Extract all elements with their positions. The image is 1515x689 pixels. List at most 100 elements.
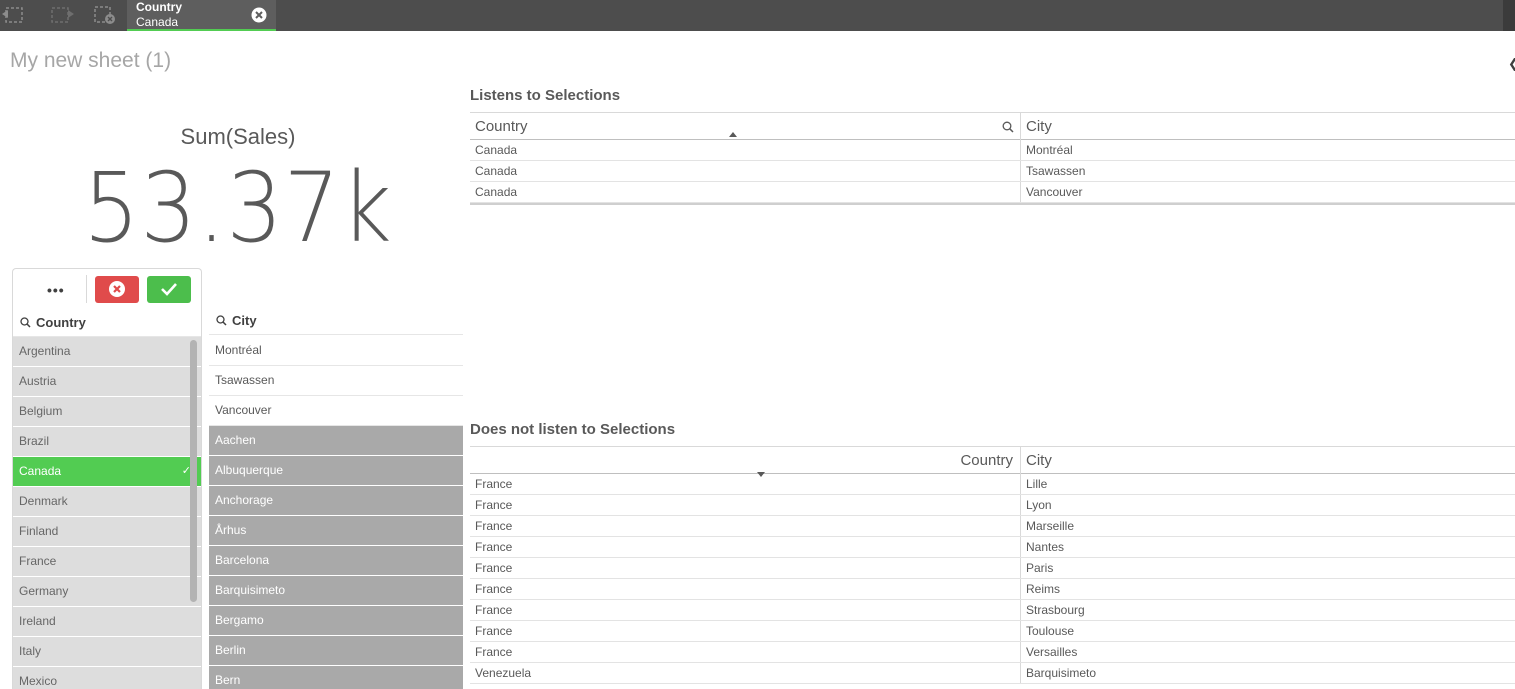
cell-country: France [470, 516, 1021, 536]
table-row[interactable]: France Lyon [470, 495, 1515, 516]
kpi-value: 53.37k [83, 152, 393, 264]
sort-ascending-icon [729, 132, 737, 137]
cancel-selection-button[interactable] [95, 276, 139, 303]
cell-country: Canada [470, 182, 1021, 202]
list-item-label: Barquisimeto [215, 583, 286, 597]
table-row[interactable]: France Versailles [470, 642, 1515, 663]
country-list: Argentina Austria Belgium Brazil Canada ✓ Denm… [13, 337, 201, 689]
list-item-label: Argentina [19, 344, 71, 358]
list-item[interactable]: Tsawassen [209, 366, 463, 396]
cell-city: Lille [1026, 477, 1048, 491]
table-listens-header: Country City [470, 112, 1515, 140]
list-item[interactable]: Aachen [209, 426, 463, 456]
table-row[interactable]: Canada Montréal [470, 140, 1515, 161]
column-header-country[interactable]: Country [470, 447, 1021, 474]
cell-city: Strasbourg [1026, 603, 1085, 617]
list-item-label: Brazil [19, 434, 50, 448]
list-item[interactable]: Anchorage [209, 486, 463, 516]
list-item[interactable]: Barquisimeto [209, 576, 463, 606]
list-item[interactable]: Bern [209, 666, 463, 689]
table-row[interactable]: France Nantes [470, 537, 1515, 558]
cell-country: France [470, 621, 1021, 641]
cell-city: Barquisimeto [1026, 666, 1097, 680]
search-icon[interactable] [1002, 121, 1014, 133]
list-item[interactable]: Argentina [13, 337, 201, 367]
cell-country: France [470, 600, 1021, 620]
clear-all-selections-icon[interactable] [91, 4, 119, 26]
list-item-label: Berlin [215, 643, 246, 657]
cell-city: Paris [1026, 561, 1054, 575]
table-static-title: Does not listen to Selections [470, 421, 676, 438]
cell-country: Venezuela [470, 663, 1021, 683]
cancel-icon [109, 281, 125, 297]
country-pane-header[interactable]: Country [13, 310, 201, 337]
cell-country: France [470, 642, 1021, 662]
table-row[interactable]: Canada Tsawassen [470, 161, 1515, 182]
list-item[interactable]: Denmark [13, 487, 201, 517]
checkmark-icon [161, 283, 177, 296]
city-list: Montréal Tsawassen Vancouver Aachen Albuquer… [209, 336, 463, 689]
list-item[interactable]: Brazil [13, 427, 201, 457]
selection-toolbar: ••• [13, 269, 201, 310]
selection-value-label: Canada [136, 15, 179, 29]
toolbar-edge [1503, 0, 1515, 31]
step-forward-icon[interactable] [48, 4, 76, 26]
cell-country: France [470, 474, 1021, 494]
table-row[interactable]: France Reims [470, 579, 1515, 600]
table-row[interactable]: France Strasbourg [470, 600, 1515, 621]
list-item[interactable]: France [13, 547, 201, 577]
table-row[interactable]: France Marseille [470, 516, 1515, 537]
list-item-label: Denmark [19, 494, 68, 508]
list-item-label: Finland [19, 524, 59, 538]
table-row[interactable]: Canada Vancouver [470, 182, 1515, 203]
list-item[interactable]: Ireland [13, 607, 201, 637]
list-item-label: Ireland [19, 614, 56, 628]
cell-country: Canada [470, 161, 1021, 181]
list-item[interactable]: Århus [209, 516, 463, 546]
list-item[interactable]: Vancouver [209, 396, 463, 426]
table-row[interactable]: Venezuela Barquisimeto [470, 663, 1515, 684]
cell-country: Canada [470, 140, 1021, 160]
list-item[interactable]: Montréal [209, 336, 463, 366]
confirm-selection-button[interactable] [147, 276, 191, 303]
cell-country: France [470, 579, 1021, 599]
list-item[interactable]: Berlin [209, 636, 463, 666]
cell-city: Nantes [1026, 540, 1065, 554]
country-list-scrollbar[interactable] [190, 340, 197, 602]
column-header-city[interactable]: City [1022, 447, 1052, 474]
list-item[interactable]: Mexico [13, 667, 201, 689]
list-item-label: Italy [19, 644, 42, 658]
list-item[interactable]: Barcelona [209, 546, 463, 576]
list-item-label: Canada [19, 464, 62, 478]
list-item[interactable]: Italy [13, 637, 201, 667]
table-row[interactable]: France Toulouse [470, 621, 1515, 642]
table-row[interactable]: France Lille [470, 474, 1515, 495]
list-item[interactable]: Germany [13, 577, 201, 607]
list-item[interactable]: Canada ✓ [13, 457, 201, 487]
table-listens-bottom-border [470, 203, 1515, 205]
list-item[interactable]: Austria [13, 367, 201, 397]
list-item-label: Germany [19, 584, 69, 598]
cell-city: Lyon [1026, 498, 1052, 512]
table-row[interactable]: France Paris [470, 558, 1515, 579]
city-pane-header[interactable]: City [209, 308, 463, 335]
column-header-country[interactable]: Country [470, 113, 1021, 140]
table-listens-body: Canada Montréal Canada Tsawassen Canada Vanco… [470, 140, 1515, 203]
step-back-icon[interactable] [0, 4, 28, 26]
list-item-label: Montréal [215, 343, 262, 357]
cell-city: Marseille [1026, 519, 1075, 533]
list-item[interactable]: Finland [13, 517, 201, 547]
current-selection-chip[interactable]: Country Canada [127, 0, 276, 31]
list-item[interactable]: Bergamo [209, 606, 463, 636]
city-filter-pane: City Montréal Tsawassen Vancouver Aachen Alb… [209, 308, 463, 689]
column-header-city[interactable]: City [1022, 113, 1052, 140]
kpi-label: Sum(Sales) [180, 124, 296, 149]
list-item-label: France [19, 554, 57, 568]
list-item[interactable]: Albuquerque [209, 456, 463, 486]
cell-country: France [470, 495, 1021, 515]
more-options-button[interactable]: ••• [47, 282, 65, 298]
list-item-label: Mexico [19, 674, 58, 688]
close-selection-icon[interactable] [251, 7, 267, 23]
collapse-panel-icon[interactable]: ❮ [1508, 56, 1515, 72]
list-item[interactable]: Belgium [13, 397, 201, 427]
